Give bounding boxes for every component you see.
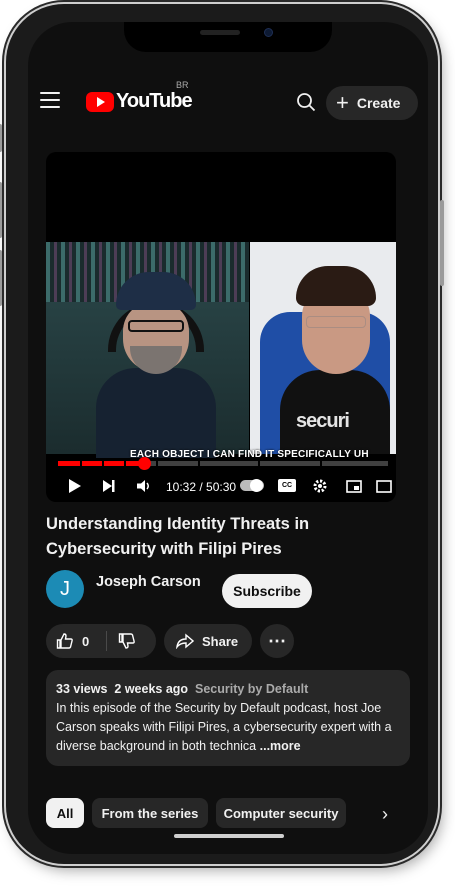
chevron-right-icon[interactable]: › bbox=[382, 804, 388, 825]
host-person bbox=[96, 272, 216, 458]
front-camera bbox=[264, 28, 273, 37]
channel-row: J Joseph Carson Subscribe bbox=[46, 570, 416, 608]
autoplay-toggle-icon[interactable] bbox=[240, 479, 264, 492]
video-title[interactable]: Understanding Identity Threats in Cybers… bbox=[46, 512, 376, 562]
plus-icon: + bbox=[336, 90, 349, 115]
miniplayer-icon[interactable] bbox=[346, 477, 362, 495]
youtube-logo[interactable]: YouTube bbox=[86, 90, 193, 113]
volume-icon[interactable] bbox=[136, 477, 152, 495]
app-screen: YouTube BR + Create securi EACH OBJECT I… bbox=[28, 22, 428, 854]
create-button[interactable]: + Create bbox=[326, 86, 418, 120]
channel-name[interactable]: Joseph Carson bbox=[96, 574, 201, 590]
chapter-marker bbox=[80, 461, 82, 466]
earpiece-speaker bbox=[200, 30, 240, 35]
thumbs-up-icon[interactable] bbox=[56, 632, 74, 650]
more-link[interactable]: ...more bbox=[260, 739, 301, 753]
hamburger-menu-icon[interactable] bbox=[40, 92, 60, 108]
chip-from-the-series[interactable]: From the series bbox=[92, 798, 208, 828]
player-controls: 10:32 / 50:30 CC bbox=[46, 474, 396, 498]
source-tag[interactable]: Security by Default bbox=[195, 682, 308, 696]
video-frame: securi EACH OBJECT I CAN FIND IT SPECIFI… bbox=[46, 242, 396, 460]
volume-up-button bbox=[0, 182, 2, 238]
create-label: Create bbox=[356, 95, 401, 111]
phone-frame: YouTube BR + Create securi EACH OBJECT I… bbox=[0, 4, 444, 864]
notch bbox=[124, 22, 332, 52]
guest-video-feed: securi bbox=[250, 242, 396, 454]
like-count: 0 bbox=[82, 633, 90, 649]
country-code: BR bbox=[176, 80, 189, 90]
upload-age: 2 weeks ago bbox=[114, 682, 189, 696]
skip-next-icon[interactable] bbox=[102, 477, 116, 495]
chapter-marker bbox=[258, 461, 260, 466]
top-app-bar: YouTube BR + Create bbox=[28, 80, 428, 122]
chapter-marker bbox=[102, 461, 104, 466]
subtitle-caption: EACH OBJECT I CAN FIND IT SPECIFICALLY U… bbox=[130, 449, 369, 460]
view-count: 33 views bbox=[56, 682, 108, 696]
logo-text: YouTube bbox=[116, 90, 193, 112]
mute-switch bbox=[0, 124, 2, 152]
time-display: 10:32 / 50:30 bbox=[166, 480, 237, 494]
share-button[interactable]: Share bbox=[164, 624, 252, 658]
chapter-marker bbox=[156, 461, 158, 466]
seek-handle[interactable] bbox=[137, 457, 151, 470]
seek-bar[interactable] bbox=[58, 457, 388, 470]
search-icon[interactable] bbox=[296, 92, 316, 112]
power-button bbox=[440, 200, 444, 286]
action-bar: 0 Share ⋯ bbox=[46, 624, 416, 658]
youtube-logo-icon bbox=[86, 91, 114, 112]
thumbs-down-icon[interactable] bbox=[118, 632, 136, 650]
chip-all[interactable]: All bbox=[46, 798, 84, 828]
like-dislike-group: 0 bbox=[46, 624, 156, 658]
subscribe-button[interactable]: Subscribe bbox=[222, 574, 312, 608]
seek-progress bbox=[58, 461, 144, 466]
description-box[interactable]: 33 views 2 weeks ago Security by Default… bbox=[46, 670, 410, 766]
video-player[interactable]: securi EACH OBJECT I CAN FIND IT SPECIFI… bbox=[46, 152, 396, 502]
theater-icon[interactable] bbox=[376, 477, 392, 495]
settings-icon[interactable] bbox=[312, 477, 328, 495]
chapter-marker bbox=[124, 461, 126, 466]
home-indicator bbox=[174, 834, 284, 838]
shirt-logo-text: securi bbox=[296, 410, 350, 432]
host-video-feed bbox=[46, 242, 249, 458]
divider bbox=[106, 631, 107, 651]
closed-captions-icon[interactable]: CC bbox=[278, 479, 296, 492]
share-icon bbox=[176, 633, 194, 649]
play-icon[interactable] bbox=[68, 477, 82, 495]
avatar[interactable]: J bbox=[46, 570, 84, 608]
chapter-marker bbox=[198, 461, 200, 466]
description-text: In this episode of the Security by Defau… bbox=[56, 701, 392, 753]
filter-chips: All From the series Computer security › bbox=[46, 798, 416, 828]
guest-person: securi bbox=[280, 266, 390, 454]
share-label: Share bbox=[202, 633, 239, 649]
chip-computer-security[interactable]: Computer security bbox=[216, 798, 346, 828]
volume-down-button bbox=[0, 250, 2, 306]
more-icon[interactable]: ⋯ bbox=[260, 624, 294, 658]
chapter-marker bbox=[320, 461, 322, 466]
